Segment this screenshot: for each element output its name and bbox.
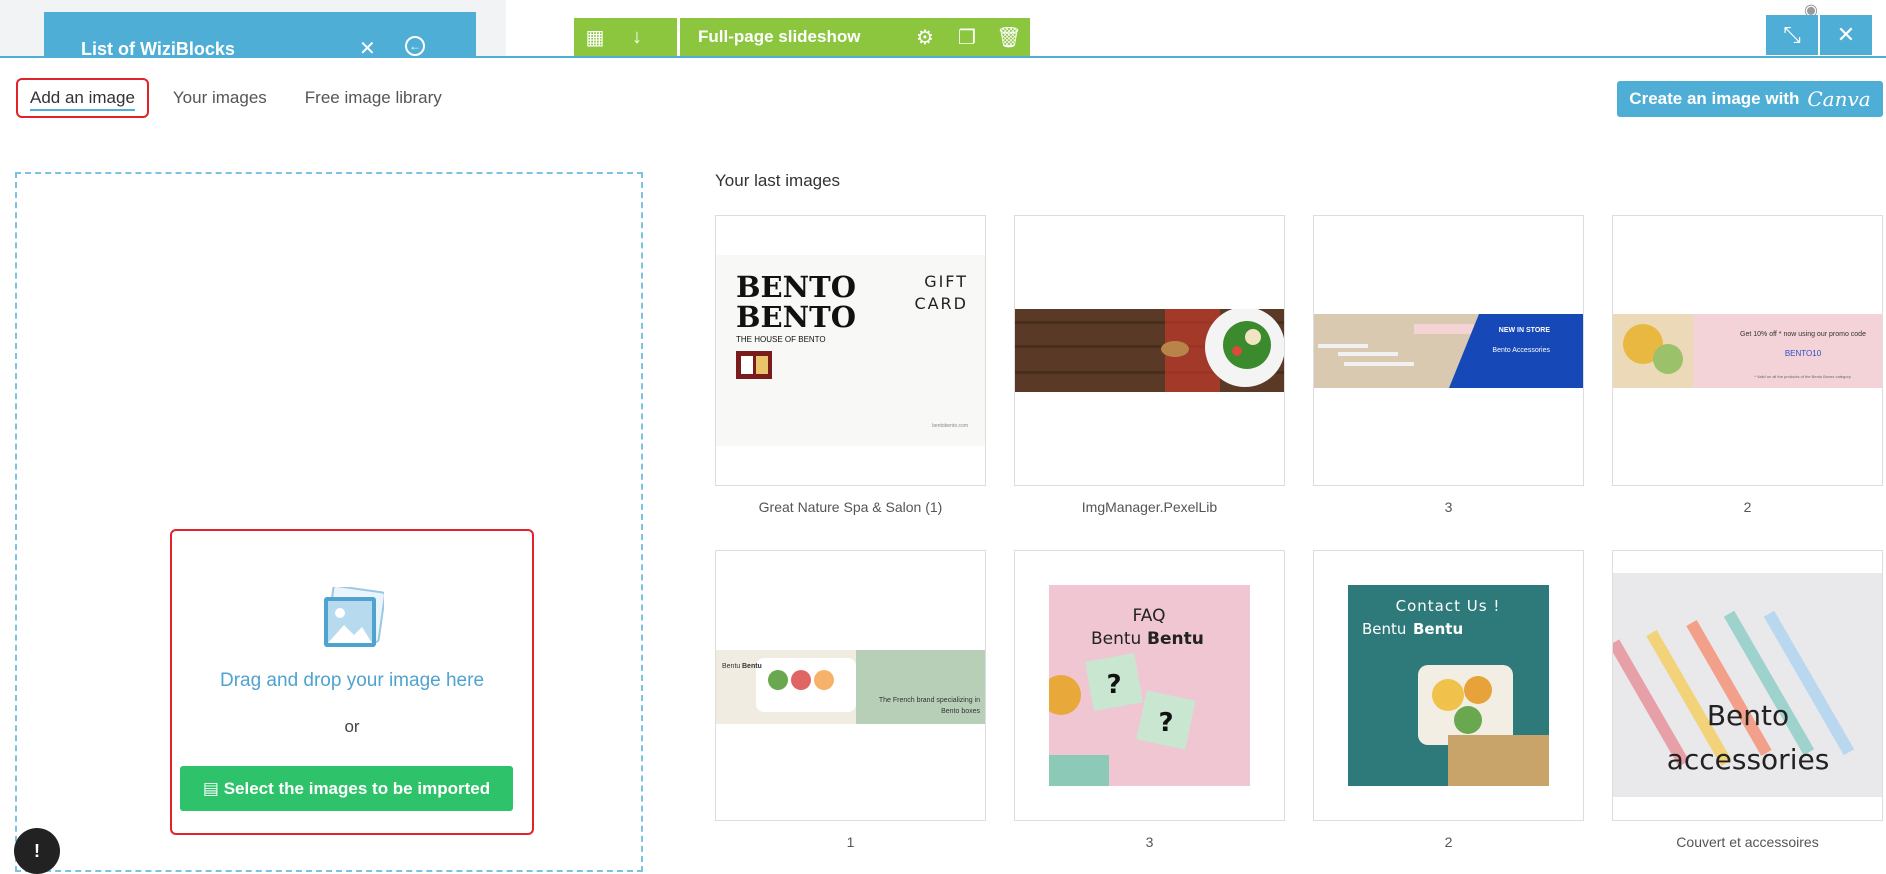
thumb-text: Contact Us ! — [1396, 597, 1501, 615]
thumb-text: Bentu — [1413, 620, 1463, 638]
image-dropzone[interactable]: Drag and drop your image here or ▤ Selec… — [15, 172, 643, 872]
image-card[interactable]: FAQ Bentu Bentu ? ? — [1014, 550, 1285, 821]
tab-label: Your images — [172, 88, 267, 107]
thumb-text: Get 10% off * now using our promo code — [1740, 331, 1866, 338]
upload-box: Drag and drop your image here or ▤ Selec… — [170, 529, 534, 835]
active-tab-underline — [30, 109, 135, 111]
image-card[interactable]: BENTO BENTO THE HOUSE OF BENTO GIFT CARD… — [715, 215, 986, 486]
thumb-text: FAQ — [1133, 606, 1166, 626]
image-card[interactable]: Contact Us ! Bentu Bentu — [1313, 550, 1584, 821]
tab-free-image-library[interactable]: Free image library — [291, 78, 456, 118]
new-in-store-thumbnail: NEW IN STORE Bento Accessories — [1314, 314, 1583, 388]
last-images-title: Your last images — [715, 171, 841, 190]
thumb-text: Bentu — [742, 663, 762, 670]
image-caption: 2 — [1444, 834, 1453, 850]
thumb-text: Bentu — [1091, 629, 1141, 649]
thumb-text: BENTO — [736, 300, 856, 334]
thumb-text: ? — [1106, 670, 1121, 700]
wiziblocks-title: List of WiziBlocks — [81, 39, 235, 56]
thumb-text: Bentu — [1147, 629, 1204, 649]
wiziblocks-panel: List of WiziBlocks ✕ ← — [44, 12, 476, 56]
block-toolbar: Full-page slideshow ⚙ ❐ 🗑 — [680, 18, 1030, 56]
image-caption: ImgManager.PexelLib — [1081, 499, 1218, 515]
block-label: Full-page slideshow — [698, 27, 861, 46]
tab-label: Add an image — [30, 88, 135, 107]
faq-thumbnail: FAQ Bentu Bentu ? ? — [1049, 585, 1250, 786]
accessories-thumbnail: Bento accessories — [1613, 573, 1882, 797]
gift-card-thumbnail: BENTO BENTO THE HOUSE OF BENTO GIFT CARD… — [716, 255, 985, 446]
image-card[interactable]: Bento accessories — [1612, 550, 1883, 821]
create-with-canva-button[interactable]: Create an image with Canva — [1617, 81, 1883, 117]
or-text: or — [344, 717, 360, 736]
gear-icon[interactable]: ⚙ — [904, 25, 946, 50]
tab-add-image[interactable]: Add an image — [16, 78, 149, 118]
thumb-text: ? — [1158, 708, 1173, 738]
image-caption: 2 — [1743, 499, 1752, 515]
image-tabs: Add an image Your images Free image libr… — [16, 78, 466, 118]
grid-icon[interactable]: ▦ — [574, 25, 616, 50]
exclamation-icon: ! — [34, 841, 40, 861]
image-caption: 3 — [1444, 499, 1453, 515]
image-caption: Great Nature Spa & Salon (1) — [758, 499, 943, 515]
trash-icon[interactable]: 🗑 — [988, 25, 1030, 50]
tab-label: Free image library — [304, 88, 442, 107]
file-icon: ▤ — [202, 779, 219, 798]
thumb-text: GIFT — [924, 272, 968, 291]
image-stack-icon — [324, 587, 384, 647]
tab-your-images[interactable]: Your images — [159, 78, 281, 118]
thumb-text: bentobento.com — [932, 423, 968, 429]
image-card[interactable]: Bentu Bentu The French brand specializin… — [715, 550, 986, 821]
close-icon: ✕ — [1836, 22, 1856, 47]
thumb-text: Bento boxes — [941, 708, 980, 715]
thumb-text: Bento — [1707, 699, 1789, 732]
thumb-text: Bentu — [1362, 620, 1406, 638]
thumb-text: CARD — [914, 294, 968, 313]
block-toolbar-left: ▦ ↓ — [574, 18, 677, 56]
french-brand-thumbnail: Bentu Bentu The French brand specializin… — [716, 650, 985, 724]
help-button[interactable]: ! — [14, 828, 60, 874]
salad-thumbnail — [1015, 309, 1284, 392]
thumb-text: THE HOUSE OF BENTO — [736, 335, 826, 344]
image-caption: 3 — [1145, 834, 1154, 850]
thumb-text: Bentu — [722, 663, 740, 670]
select-button-label: Select the images to be imported — [223, 779, 491, 798]
image-card[interactable]: Get 10% off * now using our promo code B… — [1612, 215, 1883, 486]
image-card[interactable]: NEW IN STORE Bento Accessories — [1313, 215, 1584, 486]
minimize-icon: ⤡ — [1783, 22, 1801, 47]
minimize-button[interactable]: ⤡ — [1766, 15, 1818, 55]
promo-thumbnail: Get 10% off * now using our promo code B… — [1613, 314, 1882, 388]
thumb-text: The French brand specializing in — [879, 697, 980, 704]
thumb-text: Bento Accessories — [1492, 347, 1550, 354]
image-caption: 1 — [846, 834, 855, 850]
drag-drop-text: Drag and drop your image here — [219, 670, 485, 691]
modal-top-border — [0, 56, 1886, 58]
image-card[interactable] — [1014, 215, 1285, 486]
thumb-text: NEW IN STORE — [1499, 327, 1551, 334]
duplicate-icon[interactable]: ❐ — [946, 25, 988, 50]
canva-logo: Canva — [1807, 87, 1871, 111]
thumb-text: * Valid on all the products of the Bento… — [1754, 374, 1851, 379]
close-button[interactable]: ✕ — [1820, 15, 1872, 55]
select-images-button[interactable]: ▤ Select the images to be imported — [180, 766, 513, 811]
thumb-text: BENTO10 — [1785, 349, 1822, 358]
contact-thumbnail: Contact Us ! Bentu Bentu — [1348, 585, 1549, 786]
thumb-text: BENTO — [736, 270, 856, 304]
canva-button-label: Create an image with — [1629, 89, 1800, 108]
arrow-down-icon[interactable]: ↓ — [616, 26, 658, 49]
unpin-icon[interactable]: ✕ — [359, 36, 376, 56]
back-icon[interactable]: ← — [405, 36, 425, 56]
image-caption: Couvert et accessoires — [1676, 834, 1819, 850]
thumb-text: accessories — [1667, 743, 1830, 776]
